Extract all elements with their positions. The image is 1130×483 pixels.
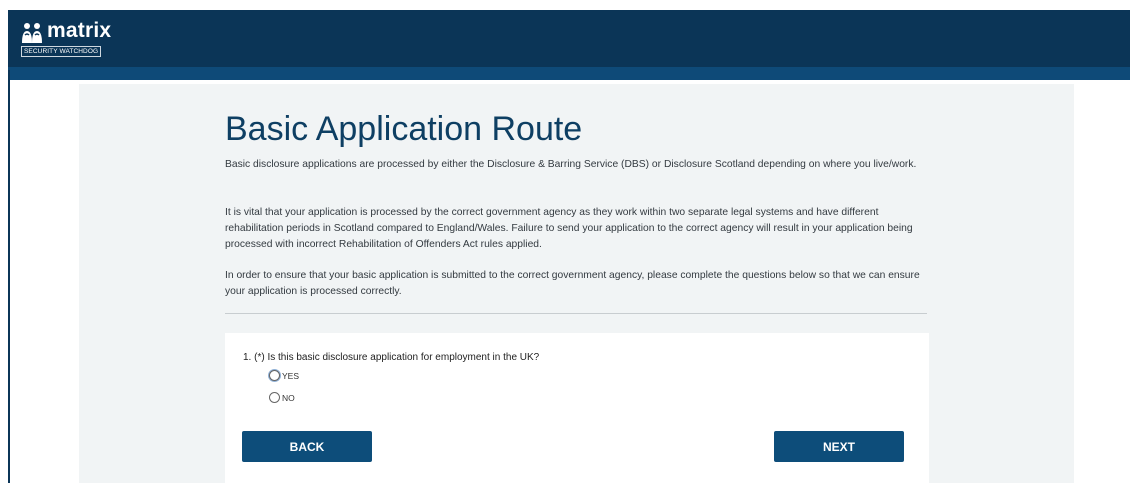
brand-tagline: SECURITY WATCHDOG [21, 46, 102, 57]
people-icon [22, 23, 42, 43]
radio-no[interactable] [269, 392, 280, 403]
agency-paragraph: It is vital that your application is pro… [225, 207, 913, 250]
matrix-logo[interactable]: matrix SECURITY WATCHDOG [21, 19, 131, 62]
intro-paragraph: Basic disclosure applications are proces… [225, 159, 917, 170]
instructions-paragraph: In order to ensure that your basic appli… [225, 270, 920, 297]
option-yes[interactable]: YES [269, 370, 299, 381]
section-divider [225, 313, 927, 314]
option-yes-label: YES [282, 370, 300, 381]
brand-name: matrix [47, 19, 112, 42]
header-band [8, 67, 1130, 80]
top-header: matrix SECURITY WATCHDOG [8, 10, 1130, 67]
option-no-label: NO [282, 392, 295, 403]
back-button[interactable]: BACK [242, 431, 372, 462]
option-no[interactable]: NO [269, 392, 295, 403]
content-panel: Basic Application Route Basic disclosure… [79, 84, 1074, 483]
next-button[interactable]: NEXT [774, 431, 904, 462]
left-edge-rule [8, 70, 10, 483]
page-title: Basic Application Route [225, 110, 583, 148]
question-card: 1. (*) Is this basic disclosure applicat… [225, 333, 929, 483]
radio-yes[interactable] [269, 370, 280, 381]
question-label: 1. (*) Is this basic disclosure applicat… [243, 352, 540, 363]
